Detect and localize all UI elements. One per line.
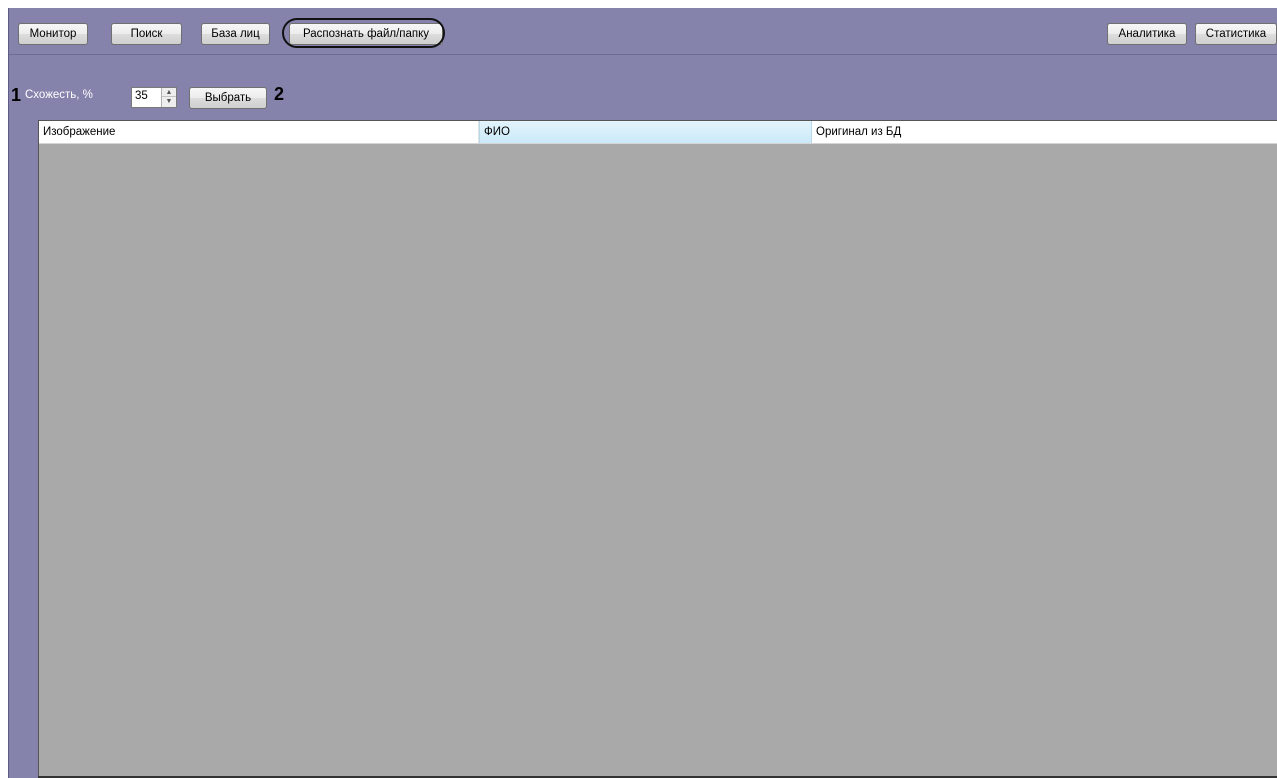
search-button[interactable]: Поиск [111, 23, 182, 45]
column-header-original[interactable]: Оригинал из БД [812, 121, 1277, 143]
analytics-button[interactable]: Аналитика [1107, 23, 1187, 45]
column-header-image[interactable]: Изображение [39, 121, 479, 143]
monitor-button[interactable]: Монитор [18, 23, 88, 45]
callout-number-1: 1 [11, 85, 22, 105]
faces-database-button[interactable]: База лиц [201, 23, 270, 45]
spin-arrows: ▲ ▼ [161, 88, 176, 107]
similarity-value[interactable]: 35 [135, 90, 148, 102]
results-table: Изображение ФИО Оригинал из БД [38, 120, 1277, 778]
spin-down-icon[interactable]: ▼ [162, 97, 176, 106]
recognize-file-folder-button[interactable]: Распознать файл/папку [289, 23, 443, 45]
callout-number-2: 2 [274, 84, 285, 104]
similarity-spinbox[interactable]: 35 ▲ ▼ [131, 87, 177, 108]
filter-toolbar: 1 Схожесть, % 35 ▲ ▼ Выбрать 2 [9, 78, 1277, 114]
choose-button[interactable]: Выбрать [189, 87, 267, 109]
top-toolbar: Монитор Поиск База лиц Распознать файл/п… [9, 8, 1277, 55]
statistics-button[interactable]: Статистика [1195, 23, 1277, 45]
spin-up-icon[interactable]: ▲ [162, 88, 176, 97]
table-header: Изображение ФИО Оригинал из БД [39, 121, 1277, 144]
column-header-name[interactable]: ФИО [479, 121, 812, 143]
similarity-label: Схожесть, % [25, 89, 93, 101]
